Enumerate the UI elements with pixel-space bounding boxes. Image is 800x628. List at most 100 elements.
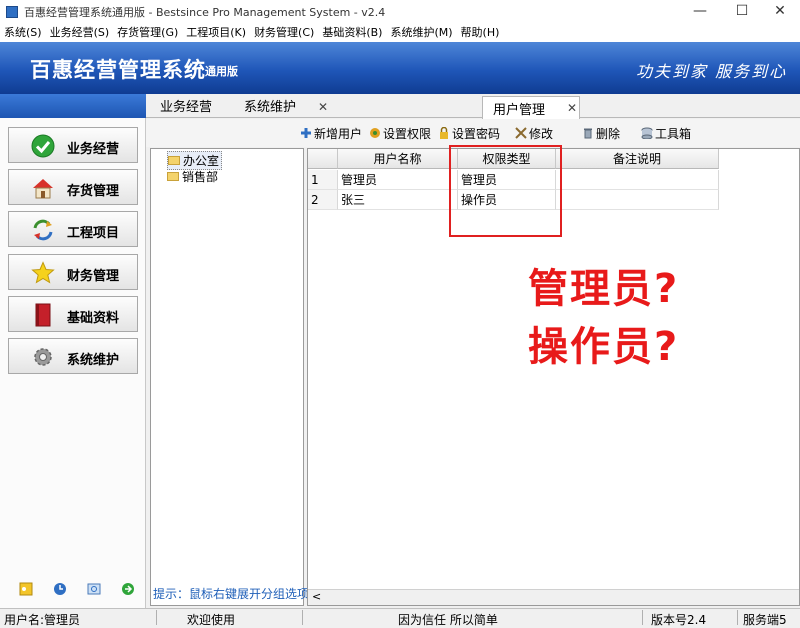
plus-icon [301,128,311,138]
annotation-line-2: 操作员? [528,324,680,370]
tools-icon [515,127,527,139]
maximize-button[interactable]: ☐ [722,0,762,24]
tab-maintenance-close-icon[interactable]: ✕ [318,100,328,114]
database-icon [641,127,653,139]
toolbar: 新增用户 设置权限 设置密码 修改 删除 工具箱 [146,119,800,147]
banner-slogan: 功夫到家 服务到心 [636,62,788,81]
table-row-number: 1 [308,170,338,190]
table-cell-username[interactable]: 张三 [338,190,458,210]
status-divider [642,610,643,625]
nav-finance-label: 财务管理 [67,269,120,284]
window-title: 百惠经营管理系统通用版 - Bestsince Pro Management S… [24,6,386,19]
banner-title: 百惠经营管理系统 [30,58,206,82]
delete-button[interactable]: 删除 [582,126,620,142]
nav-finance-button[interactable]: 财务管理 [8,254,138,290]
nav-inventory-label: 存货管理 [67,184,120,199]
lock-icon [440,127,448,139]
menu-business[interactable]: 业务经营(S) [46,24,114,42]
nav-maintenance-button[interactable]: 系统维护 [8,338,138,374]
menu-basic-data[interactable]: 基础资料(B) [318,24,386,42]
trash-icon [584,128,592,139]
status-service: 服务端5 [743,613,787,627]
group-tree: 办公室 销售部 提示：鼠标右键展开分组选项 [150,148,309,606]
recycle-arrows-icon [33,219,53,241]
status-divider [302,610,303,625]
nav-inventory-button[interactable]: 存货管理 [8,169,138,205]
add-user-button[interactable]: 新增用户 [300,126,362,142]
tab-user-management-label: 用户管理 [493,103,546,118]
menu-maintenance[interactable]: 系统维护(M) [386,24,456,42]
folder-icon [168,156,180,165]
menu-help[interactable]: 帮助(H) [457,24,504,42]
gear-icon [34,348,52,366]
status-motto: 因为信任 所以简单 [398,613,498,627]
table-cell-username[interactable]: 管理员 [338,170,458,190]
menu-finance[interactable]: 财务管理(C) [250,24,318,42]
horizontal-scrollbar[interactable]: < [308,589,799,605]
tab-user-management[interactable]: 用户管理 ✕ [482,96,580,119]
table-row-number: 2 [308,190,338,210]
tree-node-sales-label: 销售部 [182,170,219,184]
nav-basic-data-button[interactable]: 基础资料 [8,296,138,332]
nav-projects-label: 工程项目 [67,226,120,241]
grid-header-rownum [308,149,338,169]
house-icon [33,179,53,199]
tree-node-office-label: 办公室 [183,154,220,168]
highlight-box [449,145,562,237]
window-titlebar: 百惠经营管理系统通用版 - Bestsince Pro Management S… [0,0,800,24]
check-circle-icon [31,134,55,158]
status-bar: 用户名:管理员 欢迎使用 因为信任 所以简单 版本号2.4 服务端5 [0,608,800,627]
key-icon[interactable] [19,582,33,596]
star-icon [31,261,55,284]
search-icon[interactable] [87,582,101,596]
nav-projects-button[interactable]: 工程项目 [8,211,138,247]
status-version: 版本号2.4 [651,613,707,627]
nav-basic-data-label: 基础资料 [67,311,120,326]
permission-icon [370,128,380,138]
edit-button[interactable]: 修改 [515,126,553,142]
annotation-line-1: 管理员? [528,266,680,312]
status-welcome: 欢迎使用 [187,613,236,627]
table-cell-note[interactable] [556,190,719,210]
tab-user-management-close-icon[interactable]: ✕ [567,101,577,115]
status-divider [156,610,157,625]
tree-hint: 提示：鼠标右键展开分组选项 [153,587,310,601]
banner-edition: 通用版 [205,65,238,78]
app-banner: 百惠经营管理系统 通用版 功夫到家 服务到心 [0,42,800,94]
exit-icon[interactable] [121,582,135,596]
nav-maintenance-label: 系统维护 [67,353,120,368]
toolbox-button[interactable]: 工具箱 [641,126,691,142]
nav-business-label: 业务经营 [67,142,120,157]
add-user-label: 新增用户 [314,127,363,141]
nav-business-button[interactable]: 业务经营 [8,127,138,163]
book-icon [35,303,51,327]
status-user: 用户名:管理员 [4,613,81,627]
status-divider [737,610,738,625]
scroll-left-arrow[interactable]: < [312,590,321,603]
folder-icon [167,172,179,181]
set-password-button[interactable]: 设置密码 [438,126,500,142]
clock-icon[interactable] [53,582,67,596]
menu-inventory[interactable]: 存货管理(G) [113,24,182,42]
table-cell-note[interactable] [556,170,719,190]
toolbox-label: 工具箱 [655,127,692,141]
grid-header-username[interactable]: 用户名称 [338,149,458,169]
close-button[interactable]: ✕ [760,0,800,24]
tab-maintenance[interactable]: 系统维护 [244,98,296,118]
set-password-label: 设置密码 [452,127,501,141]
left-nav-header [0,94,146,118]
menu-system[interactable]: 系统(S) [0,24,46,42]
left-nav-panel: 业务经营 存货管理 工程项目 财务管理 基础资料 系统维护 [0,94,146,610]
delete-label: 删除 [596,127,621,141]
set-permission-button[interactable]: 设置权限 [369,126,431,142]
menu-bar: 系统(S) 业务经营(S) 存货管理(G) 工程项目(K) 财务管理(C) 基础资料(B)… [0,24,800,42]
menu-projects[interactable]: 工程项目(K) [182,24,250,42]
tab-strip: 业务经营 系统维护 ✕ 用户管理 ✕ [146,94,800,119]
minimize-button[interactable]: — [680,0,720,24]
app-icon [6,6,18,18]
set-permission-label: 设置权限 [383,127,432,141]
grid-header-note[interactable]: 备注说明 [556,149,719,169]
tab-business[interactable]: 业务经营 [160,98,212,118]
tree-node-sales[interactable]: 销售部 [167,168,218,185]
edit-label: 修改 [529,127,554,141]
